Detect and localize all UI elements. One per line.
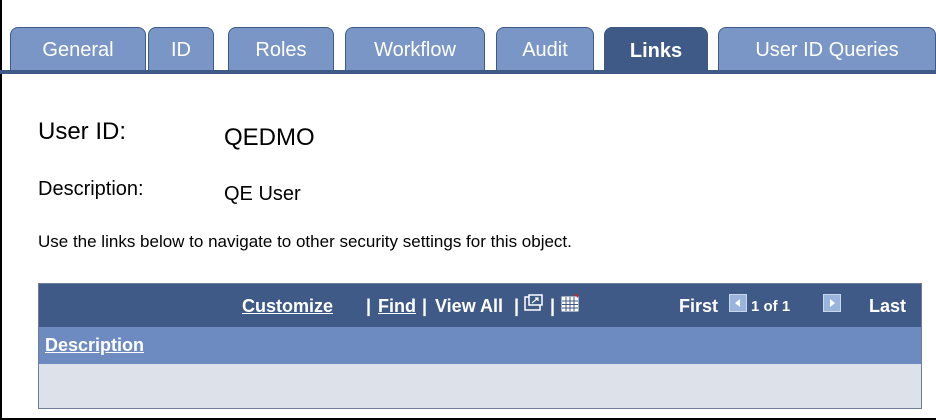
user-id-label: User ID: <box>38 118 127 145</box>
table-row <box>39 364 921 408</box>
spreadsheet-icon[interactable] <box>559 293 581 313</box>
description-column-header[interactable]: Description <box>45 335 144 356</box>
view-all-link[interactable]: View All <box>435 296 503 317</box>
tab-general[interactable]: General <box>10 27 146 72</box>
tab-bar: General ID Roles Workflow Audit Links Us… <box>0 0 936 77</box>
customize-link[interactable]: Customize <box>242 296 333 317</box>
links-grid: Customize | Find | View All | | First 1 … <box>38 283 922 409</box>
first-label[interactable]: First <box>679 296 718 317</box>
tab-roles[interactable]: Roles <box>228 27 334 72</box>
toolbar-separator: | <box>422 296 428 316</box>
grid-column-header: Description <box>39 326 921 364</box>
tab-audit[interactable]: Audit <box>496 27 594 72</box>
instructions-text: Use the links below to navigate to other… <box>38 232 572 251</box>
tab-bar-underline <box>0 70 936 74</box>
tab-workflow[interactable]: Workflow <box>345 27 485 72</box>
page-count: 1 of 1 <box>751 298 791 315</box>
toolbar-separator: | <box>550 296 556 316</box>
previous-arrow-icon[interactable] <box>729 294 747 312</box>
user-id-value: QEDMO <box>224 124 315 151</box>
description-label: Description: <box>38 178 144 200</box>
tab-user-id-queries[interactable]: User ID Queries <box>718 27 936 72</box>
toolbar-separator: | <box>514 296 520 316</box>
next-arrow-icon[interactable] <box>823 294 841 312</box>
last-label[interactable]: Last <box>869 296 906 317</box>
grid-toolbar: Customize | Find | View All | | First 1 … <box>39 284 921 326</box>
toolbar-separator: | <box>366 296 372 316</box>
tab-id[interactable]: ID <box>148 27 214 72</box>
description-value: QE User <box>224 183 301 205</box>
tab-links[interactable]: Links <box>604 27 708 74</box>
find-link[interactable]: Find <box>378 296 416 317</box>
new-window-icon[interactable] <box>523 293 545 313</box>
